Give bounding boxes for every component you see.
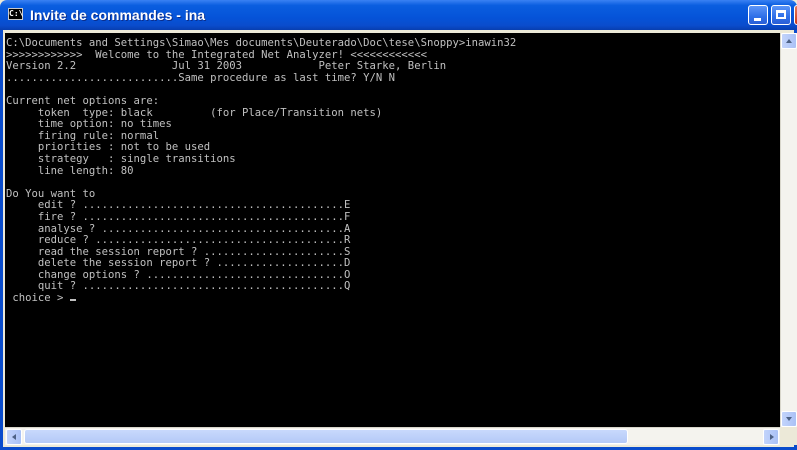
arrow-left-icon xyxy=(12,434,16,440)
vertical-scrollbar[interactable] xyxy=(780,33,797,427)
console-line: read the session report ? ..............… xyxy=(6,245,351,258)
horizontal-scroll-thumb[interactable] xyxy=(24,429,628,444)
scrollbar-corner xyxy=(780,427,797,445)
console-line: fire ? .................................… xyxy=(6,210,351,223)
horizontal-scrollbar[interactable] xyxy=(5,427,780,445)
window-title: Invite de commandes - ina xyxy=(30,7,206,23)
maximize-icon xyxy=(776,10,786,19)
console-line: time option: no times xyxy=(6,118,172,131)
maximize-button[interactable] xyxy=(771,5,791,25)
title-bar[interactable]: C:\ Invite de commandes - ina × xyxy=(0,0,797,30)
console-line: analyse ? ..............................… xyxy=(6,222,351,235)
console-line: strategy : single transitions xyxy=(6,152,236,165)
console-output[interactable]: C:\Documents and Settings\Simao\Mes docu… xyxy=(5,33,780,427)
text-cursor xyxy=(69,299,76,302)
window-border-left xyxy=(0,30,3,450)
console-line: ...........................Same procedur… xyxy=(6,71,396,84)
arrow-right-icon xyxy=(770,434,774,440)
arrow-up-icon xyxy=(786,39,792,43)
console-line: change options ? .......................… xyxy=(6,268,351,281)
console-line: line length: 80 xyxy=(6,164,134,177)
console-line: Do You want to xyxy=(6,187,96,200)
console-line: >>>>>>>>>>>> Welcome to the Integrated N… xyxy=(6,48,427,61)
console-text: C:\Documents and Settings\Simao\Mes docu… xyxy=(5,33,780,305)
console-line: reduce ? ...............................… xyxy=(6,234,351,247)
console-window: C:\ Invite de commandes - ina × C:\Docum… xyxy=(0,0,797,450)
console-line: edit ? .................................… xyxy=(6,199,351,212)
console-line: Version 2.2 Jul 31 2003 Peter Starke, Be… xyxy=(6,60,447,73)
scroll-right-button[interactable] xyxy=(763,429,779,445)
console-line: Current net options are: xyxy=(6,94,160,107)
console-line: firing rule: normal xyxy=(6,129,160,142)
console-line: priorities : not to be used xyxy=(6,141,211,154)
minimize-icon xyxy=(754,18,761,21)
arrow-down-icon xyxy=(786,417,792,421)
scroll-up-button[interactable] xyxy=(781,33,797,49)
scroll-down-button[interactable] xyxy=(781,411,797,427)
minimize-button[interactable] xyxy=(748,5,768,25)
console-line: C:\Documents and Settings\Simao\Mes docu… xyxy=(6,37,517,49)
scroll-left-button[interactable] xyxy=(6,429,22,445)
console-icon[interactable]: C:\ xyxy=(8,8,23,20)
console-line: token type: black (for Place/Transition … xyxy=(6,106,383,119)
prompt: choice > xyxy=(6,292,70,305)
console-line: delete the session report ? ............… xyxy=(6,257,351,270)
console-line: quit ? .................................… xyxy=(6,280,351,293)
